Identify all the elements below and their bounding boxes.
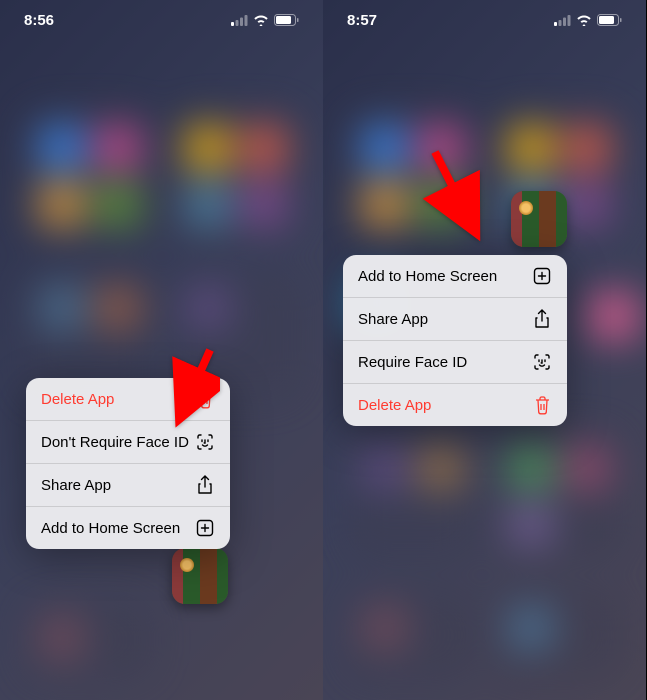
status-bar: 8:57 [323, 0, 646, 40]
plus-box-icon [195, 518, 215, 538]
require-faceid-item[interactable]: Require Face ID [343, 341, 567, 384]
app-icon[interactable] [172, 548, 228, 604]
plus-box-icon [532, 266, 552, 286]
share-app-item[interactable]: Share App [343, 298, 567, 341]
battery-icon [274, 14, 299, 26]
menu-label: Share App [358, 311, 428, 328]
add-home-item[interactable]: Add to Home Screen [343, 255, 567, 298]
menu-label: Share App [41, 477, 111, 494]
share-app-item[interactable]: Share App [26, 464, 230, 507]
delete-app-item[interactable]: Delete App [343, 384, 567, 426]
context-menu: Add to Home Screen Share App Require Fac… [343, 255, 567, 426]
signal-icon [554, 15, 571, 26]
menu-label: Delete App [358, 397, 431, 414]
menu-label: Add to Home Screen [41, 520, 180, 537]
battery-icon [597, 14, 622, 26]
status-icons [554, 14, 622, 26]
phone-left: 8:56 Delete App Don't Require Face ID Sh… [0, 0, 323, 700]
share-icon [195, 475, 215, 495]
annotation-arrow [423, 147, 513, 252]
annotation-arrow [130, 345, 220, 440]
clock: 8:56 [24, 12, 54, 29]
trash-icon [532, 395, 552, 415]
menu-label: Add to Home Screen [358, 268, 497, 285]
faceid-icon [532, 352, 552, 372]
wifi-icon [576, 15, 592, 26]
clock: 8:57 [347, 12, 377, 29]
wifi-icon [253, 15, 269, 26]
menu-label: Delete App [41, 391, 114, 408]
signal-icon [231, 15, 248, 26]
phone-right: 8:57 Add to Home Screen Share App Requir… [323, 0, 646, 700]
status-bar: 8:56 [0, 0, 323, 40]
status-icons [231, 14, 299, 26]
add-home-item[interactable]: Add to Home Screen [26, 507, 230, 549]
share-icon [532, 309, 552, 329]
app-icon[interactable] [511, 191, 567, 247]
menu-label: Require Face ID [358, 354, 467, 371]
